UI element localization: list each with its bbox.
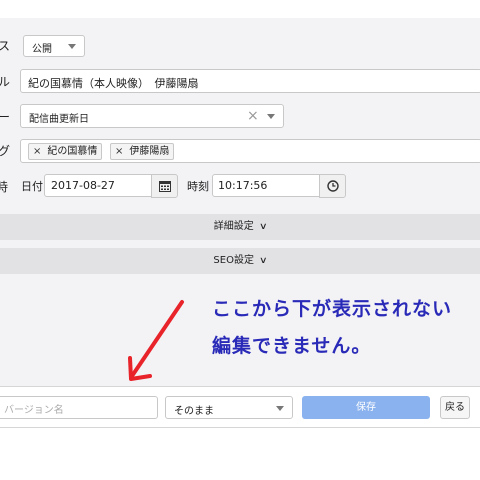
annotation-line-1: ここから下が表示されない: [212, 298, 453, 320]
clock-button[interactable]: [319, 174, 346, 198]
annotation-line-2: 編集できません。: [212, 335, 372, 357]
date-input[interactable]: 2017-08-27: [44, 174, 178, 198]
status-label: ス: [0, 39, 11, 53]
clock-icon: [327, 180, 339, 192]
chevron-down-icon: [276, 406, 284, 411]
sort-value: 配信曲更新日: [29, 114, 89, 125]
date-value: 2017-08-27: [51, 179, 115, 192]
remove-tag-icon[interactable]: ×: [33, 146, 41, 157]
remove-tag-icon[interactable]: ×: [115, 146, 123, 157]
seo-settings-toggle[interactable]: SEO設定 ∨: [0, 248, 480, 274]
sort-select[interactable]: 配信曲更新日 ×: [20, 104, 284, 128]
tags-label: グ: [0, 144, 11, 158]
form-panel: ス 公開 ル 紀の国慕情（本人映像） 伊藤陽扇 ー 配信曲更新日 × グ × 紀の…: [0, 18, 480, 386]
mode-value: そのまま: [174, 406, 214, 417]
time-input[interactable]: 10:17:56: [212, 174, 346, 198]
calendar-button[interactable]: [151, 174, 178, 198]
chevron-down-icon: ∨: [258, 256, 268, 266]
save-button[interactable]: 保存: [302, 396, 430, 419]
tag-label: 伊藤陽扇: [129, 146, 170, 157]
tag-chip[interactable]: × 紀の国慕情: [28, 143, 103, 160]
version-name-input[interactable]: バージョン名: [0, 396, 158, 419]
version-name-placeholder: バージョン名: [4, 405, 64, 416]
footer-bar: バージョン名 そのまま 保存 戻る: [0, 386, 480, 428]
date-label: 日付: [21, 180, 43, 193]
status-value: 公開: [32, 44, 52, 55]
details-settings-label: 詳細設定: [213, 221, 254, 232]
tag-label: 紀の国慕情: [47, 146, 98, 157]
time-label: 時刻: [187, 180, 209, 193]
time-value: 10:17:56: [218, 179, 268, 192]
top-bar: [0, 0, 480, 18]
chevron-down-icon: [68, 44, 76, 49]
title-value: 紀の国慕情（本人映像） 伊藤陽扇: [28, 77, 199, 90]
clear-icon[interactable]: ×: [247, 108, 259, 124]
datetime-label: 時: [0, 180, 9, 194]
details-settings-toggle[interactable]: 詳細設定 ∨: [0, 214, 480, 240]
tags-input[interactable]: × 紀の国慕情 × 伊藤陽扇: [20, 139, 480, 163]
seo-settings-label: SEO設定: [213, 255, 254, 266]
tag-chip[interactable]: × 伊藤陽扇: [110, 143, 175, 160]
status-select[interactable]: 公開: [23, 35, 85, 57]
calendar-icon: [159, 181, 171, 192]
back-button[interactable]: 戻る: [440, 396, 470, 419]
mode-select[interactable]: そのまま: [165, 396, 293, 419]
sort-label: ー: [0, 110, 11, 124]
red-arrow-annotation: [128, 300, 184, 381]
title-label: ル: [0, 75, 11, 89]
chevron-down-icon: ∨: [258, 222, 268, 232]
title-input[interactable]: 紀の国慕情（本人映像） 伊藤陽扇: [20, 69, 480, 93]
chevron-down-icon: [267, 114, 275, 119]
